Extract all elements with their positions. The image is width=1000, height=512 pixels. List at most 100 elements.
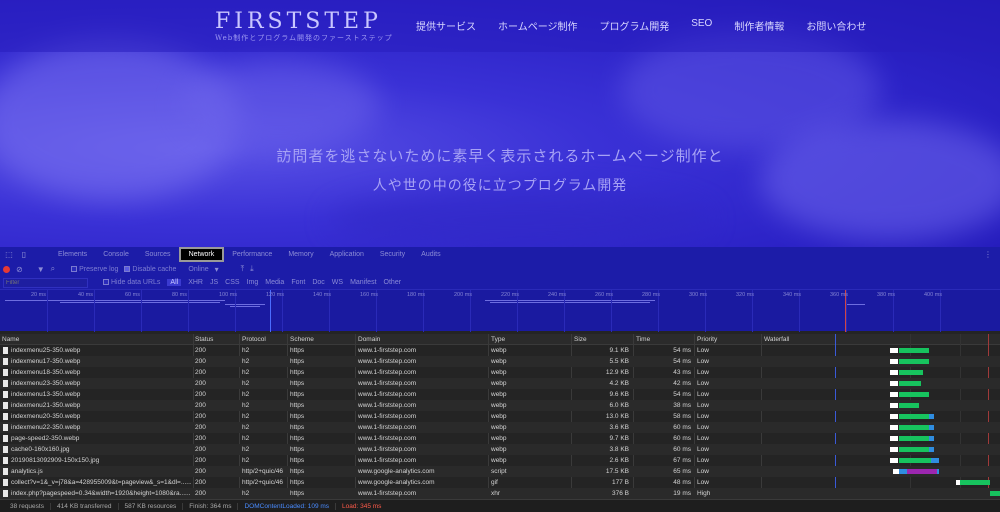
filter-type-js[interactable]: JS <box>210 279 218 286</box>
col-type[interactable]: Type <box>491 336 505 343</box>
timeline-tick-label: 400 ms <box>924 292 943 298</box>
cell-status: 200 <box>195 380 206 387</box>
status-load: Load: 345 ms <box>342 502 382 510</box>
col-scheme[interactable]: Scheme <box>290 336 314 343</box>
table-row[interactable]: indexmenu22-350.webp 200 h2 https www.1-firs… <box>0 422 1000 433</box>
filter-type-css[interactable]: CSS <box>225 279 239 286</box>
cell-scheme: https <box>290 435 305 442</box>
tab-network[interactable]: Network <box>178 247 225 262</box>
table-row[interactable]: collect?v=1&_v=j78&a=428955009&t=pagevie… <box>0 477 1000 488</box>
filter-type-font[interactable]: Font <box>291 279 305 286</box>
export-har-icon[interactable]: ⤓ <box>250 264 254 274</box>
filter-type-ws[interactable]: WS <box>332 279 343 286</box>
table-row[interactable]: analytics.js 200 http/2+quic/46 https www.go… <box>0 466 1000 477</box>
nav-seo[interactable]: SEO <box>680 18 723 33</box>
tab-memory[interactable]: Memory <box>280 247 321 262</box>
cell-scheme: https <box>290 358 305 365</box>
cell-protocol: h2 <box>242 457 250 464</box>
cell-scheme: https <box>290 446 305 453</box>
table-row[interactable]: cache0-160x160.jpg 200 h2 https www.1-firsts… <box>0 444 1000 455</box>
col-status[interactable]: Status <box>195 336 213 343</box>
file-icon <box>3 435 8 442</box>
site-header: FIRSTSTEP Web制作とプログラム開発のファーストステップ 提供サービス… <box>0 0 1000 52</box>
nav-homepage[interactable]: ホームページ制作 <box>487 18 589 33</box>
filter-type-xhr[interactable]: XHR <box>188 279 203 286</box>
checkbox-icon <box>103 279 109 286</box>
cell-protocol: h2 <box>242 391 250 398</box>
tab-application[interactable]: Application <box>322 247 372 262</box>
site-logo[interactable]: FIRSTSTEP <box>215 9 382 34</box>
disable-cache-checkbox[interactable]: Disable cache <box>124 266 176 273</box>
tab-sources[interactable]: Sources <box>137 247 179 262</box>
tab-performance[interactable]: Performance <box>224 247 280 262</box>
filter-type-manifest[interactable]: Manifest <box>350 279 376 286</box>
table-row[interactable]: page-speed2-350.webp 200 h2 https www.1-firs… <box>0 433 1000 444</box>
cell-priority: Low <box>697 358 709 365</box>
filter-type-other[interactable]: Other <box>384 279 402 286</box>
import-har-icon[interactable]: ⤒ <box>241 264 245 274</box>
filter-type-img[interactable]: Img <box>247 279 259 286</box>
table-row[interactable]: indexmenu18-350.webp 200 h2 https www.1-firs… <box>0 367 1000 378</box>
table-row[interactable]: indexmenu23-350.webp 200 h2 https www.1-firs… <box>0 378 1000 389</box>
table-row[interactable]: indexmenu17-350.webp 200 h2 https www.1-firs… <box>0 356 1000 367</box>
timeline-request-bar <box>485 300 655 301</box>
cell-scheme: https <box>290 369 305 376</box>
table-row[interactable]: indexmenu21-350.webp 200 h2 https www.1-firs… <box>0 400 1000 411</box>
cell-time: 42 ms <box>673 380 691 387</box>
timeline-tick-label: 160 ms <box>360 292 379 298</box>
waterfall-bar <box>890 392 898 397</box>
col-protocol[interactable]: Protocol <box>242 336 266 343</box>
col-name[interactable]: Name <box>2 336 19 343</box>
filter-type-all[interactable]: All <box>167 279 182 286</box>
col-domain[interactable]: Domain <box>358 336 380 343</box>
col-time[interactable]: Time <box>636 336 650 343</box>
table-row[interactable]: 20190813092909-150x150.jpg 200 h2 https www.… <box>0 455 1000 466</box>
cell-type: webp <box>491 413 507 420</box>
search-icon[interactable]: ⌕ <box>51 264 55 274</box>
file-icon <box>3 446 8 453</box>
nav-services[interactable]: 提供サービス <box>405 18 487 33</box>
waterfall-bar <box>899 381 921 386</box>
tab-console[interactable]: Console <box>95 247 137 262</box>
table-row[interactable]: index.php?pagespeed=0.34&width=1920&heig… <box>0 488 1000 499</box>
col-priority[interactable]: Priority <box>697 336 717 343</box>
more-options-icon[interactable]: ⋮ <box>984 250 992 259</box>
filter-type-doc[interactable]: Doc <box>312 279 324 286</box>
cell-type: gif <box>491 479 498 486</box>
nav-program[interactable]: プログラム開発 <box>589 18 681 33</box>
status-transferred: 414 KB transferred <box>51 502 119 510</box>
tab-security[interactable]: Security <box>372 247 413 262</box>
filter-input[interactable] <box>3 277 88 288</box>
preserve-log-checkbox[interactable]: Preserve log <box>71 266 118 273</box>
device-toggle-icon[interactable]: ▯ <box>18 250 30 259</box>
filter-icon[interactable]: ▼ <box>37 265 45 274</box>
col-waterfall[interactable]: Waterfall <box>764 336 789 343</box>
file-icon <box>3 347 8 354</box>
clear-icon[interactable]: ⊘ <box>16 265 23 274</box>
col-size[interactable]: Size <box>574 336 587 343</box>
record-icon[interactable] <box>3 265 10 273</box>
cell-size: 17.5 KB <box>605 468 629 475</box>
cell-priority: Low <box>697 413 709 420</box>
cell-time: 54 ms <box>673 347 691 354</box>
overview-timeline[interactable]: 20 ms 40 ms 60 ms 80 ms 100 ms 120 ms 140 ms 16… <box>0 289 1000 332</box>
tab-audits[interactable]: Audits <box>413 247 448 262</box>
waterfall-bar <box>899 392 929 397</box>
cell-name: cache0-160x160.jpg <box>11 446 70 453</box>
throttle-select[interactable]: Online <box>188 266 208 273</box>
cell-name: index.php?pagespeed=0.34&width=1920&heig… <box>11 490 191 497</box>
timeline-tick-label: 40 ms <box>78 292 93 298</box>
disable-cache-label: Disable cache <box>132 265 177 273</box>
inspect-icon[interactable]: ⬚ <box>3 250 15 259</box>
cell-domain: www.1-firststep.com <box>358 413 417 420</box>
table-row[interactable]: indexmenu25-350.webp 200 h2 https www.1-firs… <box>0 345 1000 356</box>
table-row[interactable]: indexmenu20-350.webp 200 h2 https www.1-firs… <box>0 411 1000 422</box>
cell-type: webp <box>491 457 507 464</box>
cell-type: webp <box>491 369 507 376</box>
nav-author[interactable]: 制作者情報 <box>723 18 795 33</box>
hide-data-urls-checkbox[interactable]: Hide data URLs <box>103 279 160 286</box>
table-row[interactable]: indexmenu13-350.webp 200 h2 https www.1-firs… <box>0 389 1000 400</box>
filter-type-media[interactable]: Media <box>265 279 284 286</box>
nav-contact[interactable]: お問い合わせ <box>795 18 877 33</box>
tab-elements[interactable]: Elements <box>50 247 95 262</box>
